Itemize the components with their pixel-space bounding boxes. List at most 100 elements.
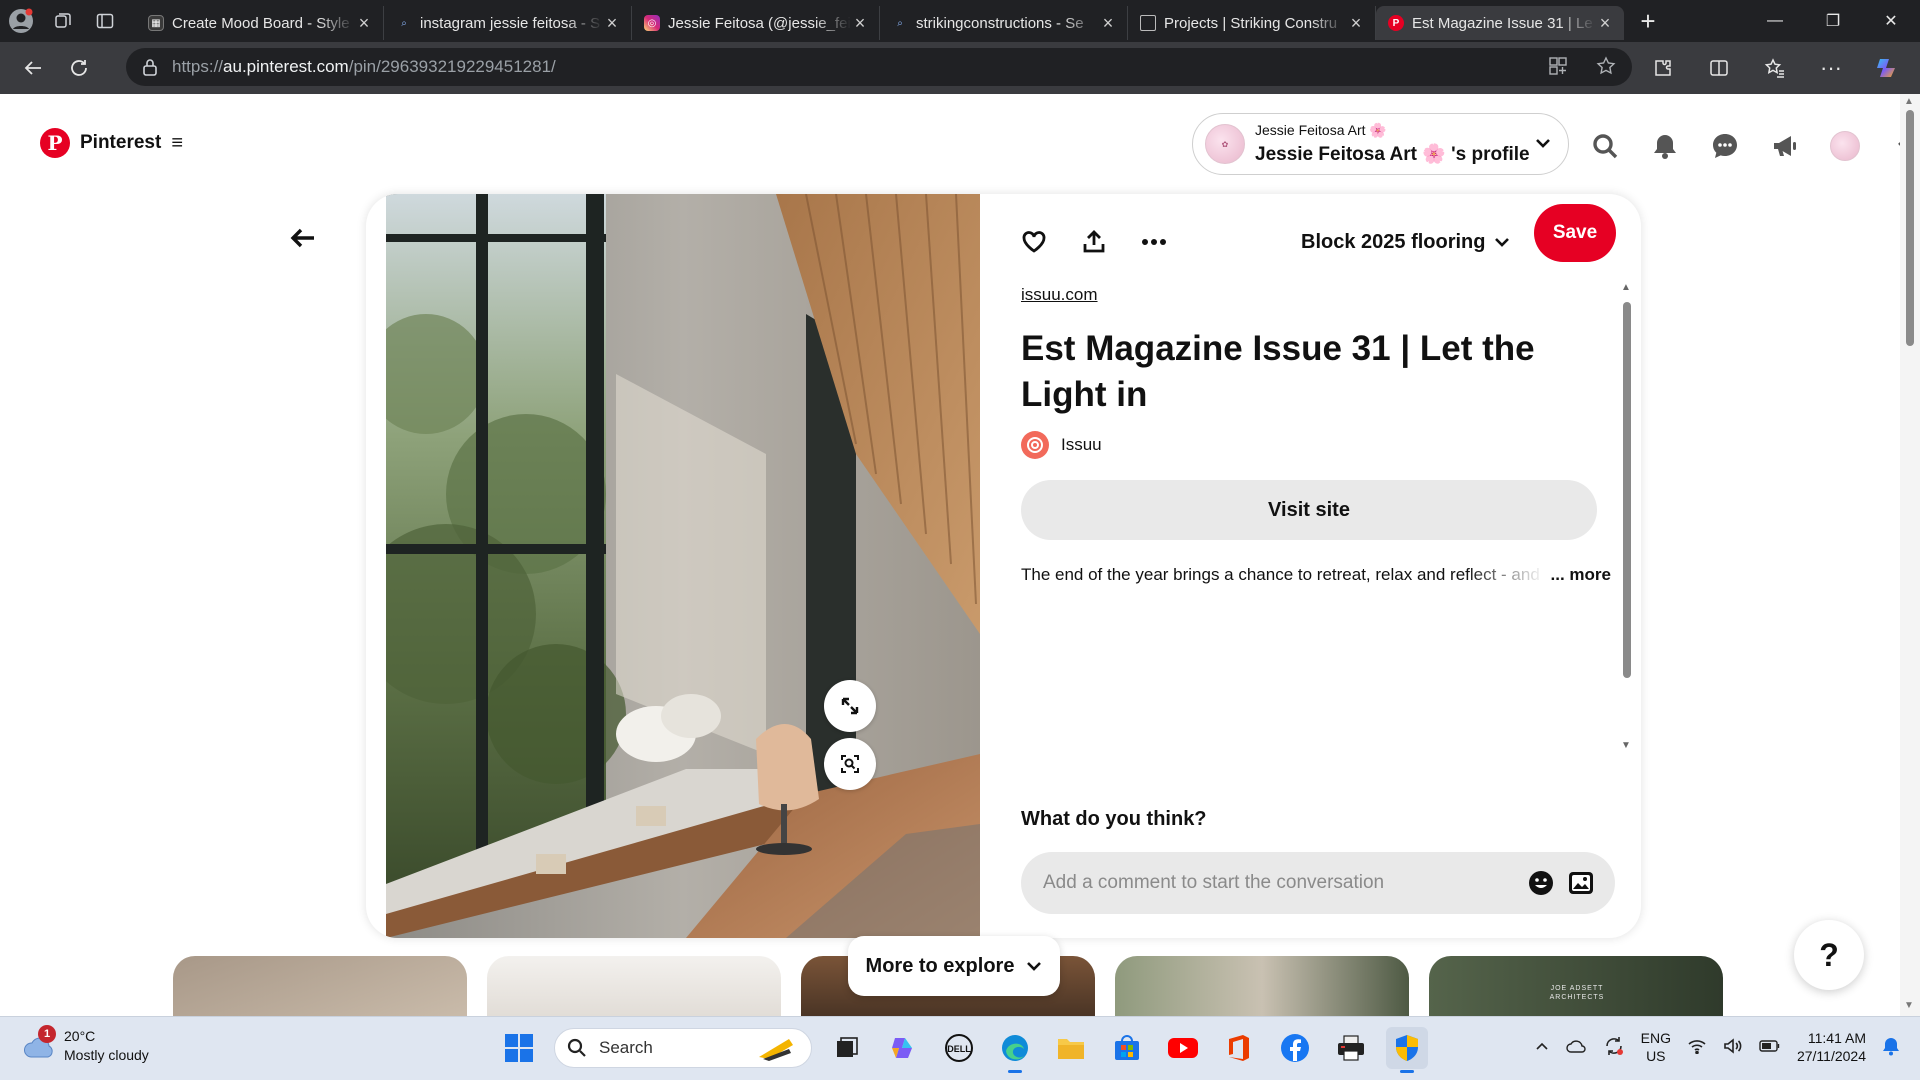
copilot-icon[interactable] [882,1027,924,1069]
visit-site-button[interactable]: Visit site [1021,480,1597,540]
file-explorer-icon[interactable] [1050,1027,1092,1069]
search-icon[interactable] [1587,128,1623,164]
dell-icon[interactable]: DELL [938,1027,980,1069]
browser-tab-4[interactable]: ⌕ strikingconstructions - Se × [880,6,1128,40]
source-link[interactable]: issuu.com [1021,285,1098,305]
scroll-thumb[interactable] [1623,302,1631,678]
back-icon[interactable] [10,48,56,88]
taskbar-search[interactable]: Search [554,1028,812,1068]
office-icon[interactable] [1218,1027,1260,1069]
board-name: Block 2025 flooring [1301,230,1486,253]
board-selector[interactable]: Block 2025 flooring [1301,224,1510,260]
pin-image[interactable] [386,194,980,938]
profile-switcher[interactable]: ✿ Jessie Feitosa Art 🌸 Jessie Feitosa Ar… [1192,113,1569,175]
favorite-star-icon[interactable] [1596,56,1616,81]
more-menu-icon[interactable]: ··· [1808,48,1854,88]
scroll-down-arrow-icon[interactable]: ▼ [1904,1000,1914,1011]
help-button[interactable]: ? [1794,920,1864,990]
browser-tab-5[interactable]: Projects | Striking Constru × [1128,6,1376,40]
avatar[interactable] [1827,128,1863,164]
refresh-icon[interactable] [56,48,102,88]
bell-icon[interactable] [1647,128,1683,164]
avatar: ✿ [1205,124,1245,164]
pinterest-logo[interactable]: P Pinterest ≡ [40,128,183,158]
printer-icon[interactable] [1330,1027,1372,1069]
close-tab-icon[interactable]: × [1099,14,1117,32]
notification-bell-icon[interactable] [1882,1036,1900,1059]
system-tray: ENG US 11:41 AM 27/11/2024 [1535,1029,1900,1065]
chevron-up-icon[interactable] [1535,1039,1549,1056]
onedrive-icon[interactable] [1565,1038,1587,1057]
related-pin[interactable] [173,956,467,1016]
chevron-down-icon[interactable] [1887,128,1900,164]
windows-start-icon[interactable] [498,1027,540,1069]
copilot-icon[interactable] [1864,48,1910,88]
megaphone-icon[interactable] [1767,128,1803,164]
tab-actions-icon[interactable] [84,0,126,42]
microsoft-store-icon[interactable] [1106,1027,1148,1069]
more-to-explore-button[interactable]: More to explore [848,936,1060,996]
heart-icon[interactable] [1014,222,1054,262]
close-window-icon[interactable]: ✕ [1862,0,1920,42]
restore-icon[interactable]: ❐ [1804,0,1862,42]
browser-tab-1[interactable]: ▦ Create Mood Board - Style × [136,6,384,40]
menu-icon[interactable]: ≡ [171,132,183,155]
lock-icon[interactable] [142,58,158,76]
profile-icon[interactable] [0,0,42,42]
extensions-icon[interactable] [1640,48,1686,88]
close-tab-icon[interactable]: × [355,14,373,32]
volume-icon[interactable] [1723,1037,1743,1057]
details-scrollbar[interactable]: ▲ ▼ [1621,282,1632,752]
chevron-down-icon [1027,962,1042,971]
scroll-up-arrow-icon[interactable]: ▲ [1904,96,1914,107]
save-button[interactable]: Save [1534,204,1616,262]
wifi-icon[interactable] [1687,1038,1707,1057]
browser-tab-3[interactable]: ◎ Jessie Feitosa (@jessie_fei × [632,6,880,40]
close-tab-icon[interactable]: × [603,14,621,32]
address-bar[interactable]: https://au.pinterest.com/pin/29639321922… [126,48,1632,86]
messages-icon[interactable] [1707,128,1743,164]
search-icon: ⌕ [897,17,903,29]
more-to-explore-label: More to explore [865,954,1015,977]
related-pin[interactable]: JOE ADSETT ARCHITECTS [1429,956,1723,1016]
language-indicator[interactable]: ENG US [1641,1029,1671,1065]
emoji-icon[interactable] [1525,867,1557,899]
apps-icon[interactable] [1548,56,1568,81]
minimize-icon[interactable]: — [1746,0,1804,42]
facebook-icon[interactable] [1274,1027,1316,1069]
more-options-icon[interactable] [1134,222,1174,262]
related-pin[interactable] [1115,956,1409,1016]
share-icon[interactable] [1074,222,1114,262]
pin-author[interactable]: Issuu [1021,431,1102,459]
task-view-icon[interactable] [826,1027,868,1069]
page-scrollbar[interactable]: ▲ ▼ [1900,94,1920,1016]
expand-image-button[interactable] [824,680,876,732]
image-upload-icon[interactable] [1565,867,1597,899]
profile-name-big: Jessie Feitosa Art 🌸 's profile [1255,144,1530,165]
edge-browser-icon[interactable] [994,1027,1036,1073]
page-scroll-thumb[interactable] [1906,110,1914,346]
close-tab-icon[interactable]: × [1347,14,1365,32]
workspaces-icon[interactable] [42,0,84,42]
browser-tab-2[interactable]: ⌕ instagram jessie feitosa - S × [384,6,632,40]
sync-icon[interactable] [1603,1035,1625,1060]
favorites-icon[interactable] [1752,48,1798,88]
weather-widget[interactable]: 1 20°C Mostly cloudy [22,1025,149,1065]
browser-tab-6[interactable]: P Est Magazine Issue 31 | Le × [1376,6,1624,40]
new-tab-button[interactable]: + [1624,6,1672,37]
chevron-down-icon [1494,238,1509,247]
back-arrow-icon[interactable] [285,220,321,256]
close-tab-icon[interactable]: × [1596,14,1614,32]
security-shield-icon[interactable] [1386,1027,1428,1073]
more-link[interactable]: ... more [1545,565,1611,585]
related-pin[interactable] [487,956,781,1016]
battery-icon[interactable] [1759,1039,1781,1056]
visual-search-button[interactable] [824,738,876,790]
split-screen-icon[interactable] [1696,48,1742,88]
close-tab-icon[interactable]: × [851,14,869,32]
youtube-icon[interactable] [1162,1027,1204,1069]
comment-input[interactable] [1043,872,1525,894]
chevron-down-icon[interactable] [1534,134,1552,157]
clock[interactable]: 11:41 AM 27/11/2024 [1797,1029,1866,1065]
comments-heading: What do you think? [1021,808,1207,830]
